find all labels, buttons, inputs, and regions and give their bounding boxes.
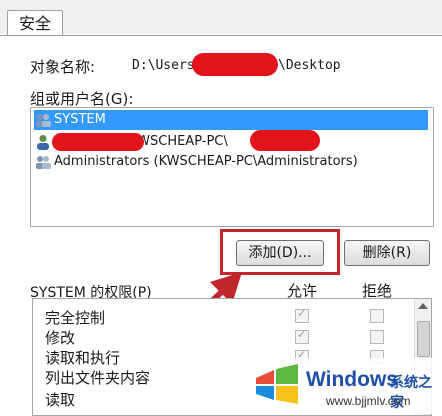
groups-listbox[interactable]: SYSTEM (KWSCHEAP-PC\) Administrators (KW… — [30, 107, 434, 227]
users-icon — [36, 113, 51, 127]
redaction-mark — [250, 130, 320, 151]
redaction-mark — [192, 53, 278, 76]
groups-label: 组或用户名(G): — [30, 90, 134, 108]
permission-name: 完全控制 — [45, 309, 106, 327]
tab-strip: 安全 — [0, 0, 442, 37]
allow-checkbox[interactable] — [295, 328, 309, 344]
object-name-label: 对象名称: — [30, 58, 96, 76]
scroll-thumb[interactable] — [417, 321, 430, 357]
group-name: Administrators (KWSCHEAP-PC\Administrato… — [54, 154, 358, 169]
deny-checkbox[interactable] — [370, 309, 384, 323]
remove-button[interactable]: 删除(R) — [344, 240, 430, 266]
list-item[interactable]: Administrators (KWSCHEAP-PC\Administrato… — [34, 152, 358, 172]
redaction-mark — [52, 133, 144, 151]
permission-name: 修改 — [45, 329, 76, 347]
users-icon — [36, 155, 51, 169]
user-icon — [37, 134, 49, 150]
tab-security[interactable]: 安全 — [7, 10, 63, 37]
list-item[interactable]: SYSTEM — [34, 110, 428, 130]
group-name: SYSTEM — [54, 112, 106, 127]
deny-checkbox[interactable] — [370, 330, 384, 344]
watermark: Windows 系统之家 www.bjjmlv.com — [250, 358, 440, 414]
permission-name: 读取和执行 — [45, 349, 121, 367]
watermark-title: Windows — [306, 368, 398, 391]
object-path-prefix: D:\Users — [132, 58, 195, 73]
scroll-up-icon[interactable] — [418, 303, 428, 309]
permission-name: 列出文件夹内容 — [45, 369, 151, 387]
add-button[interactable]: 添加(D)... — [236, 240, 324, 266]
allow-checkbox[interactable] — [295, 307, 309, 323]
object-path-suffix: \Desktop — [278, 58, 341, 73]
windows-logo-icon — [256, 364, 298, 404]
watermark-url: www.bjjmlv.com — [326, 394, 411, 408]
permission-name: 读取 — [45, 391, 76, 409]
